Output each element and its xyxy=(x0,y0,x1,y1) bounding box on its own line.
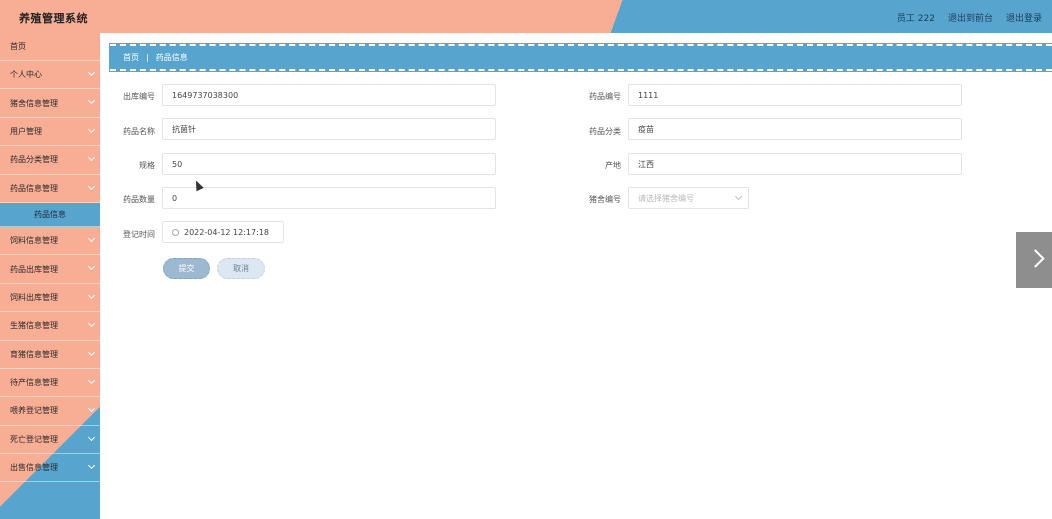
sidebar-item[interactable]: 饲料出库管理 xyxy=(0,284,100,313)
chevron-down-icon xyxy=(87,97,96,105)
sidebar-item[interactable]: 饲料信息管理 xyxy=(0,227,100,256)
next-page-button[interactable] xyxy=(1016,232,1052,288)
sidebar-item[interactable]: 死亡登记管理 xyxy=(0,426,100,455)
sidebar-item[interactable]: 喂养登记管理 xyxy=(0,397,100,426)
sidebar-subitem-active[interactable]: 药品信息 xyxy=(0,202,100,227)
chevron-down-icon xyxy=(87,234,96,242)
pigpen-no-placeholder: 请选择猪舍编号 xyxy=(638,193,694,203)
sidebar-item-label: 药品出库管理 xyxy=(10,264,58,274)
header-actions: 员工 222 退出到前台 退出登录 xyxy=(897,11,1042,24)
sidebar-item-label: 药品信息管理 xyxy=(10,183,58,193)
sidebar-item[interactable]: 育猪信息管理 xyxy=(0,341,100,369)
user-name: 员工 222 xyxy=(896,14,935,24)
drug-name-label: 药品名称 xyxy=(123,127,155,136)
sidebar-item-label: 用户管理 xyxy=(10,126,42,136)
pigpen-no-select[interactable]: 请选择猪舍编号 xyxy=(628,187,749,209)
sidebar-item[interactable]: 猪舍信息管理 xyxy=(0,89,100,118)
sidebar-item[interactable]: 药品信息管理 xyxy=(0,175,100,203)
pigpen-no-label: 猪舍编号 xyxy=(589,195,621,204)
cancel-button[interactable]: 取消 xyxy=(217,258,265,279)
chevron-down-icon xyxy=(87,376,96,384)
chevron-down-icon xyxy=(87,462,96,470)
quantity-label: 药品数量 xyxy=(123,195,155,204)
sidebar-item-label: 育猪信息管理 xyxy=(10,349,58,359)
sidebar-item-label: 饲料出库管理 xyxy=(10,292,58,302)
drug-no-label: 药品编号 xyxy=(589,92,621,101)
spec-input[interactable]: 50 xyxy=(162,153,496,175)
sidebar-item-label: 出售信息管理 xyxy=(10,463,58,473)
sidebar-item-label: 死亡登记管理 xyxy=(10,434,58,444)
breadcrumb-current: 药品信息 xyxy=(155,53,188,62)
chevron-down-icon xyxy=(87,320,96,328)
sidebar-item-label: 首页 xyxy=(10,42,26,51)
reg-time-picker[interactable]: 2022-04-12 12:17:18 xyxy=(162,221,284,243)
reg-time-value: 2022-04-12 12:17:18 xyxy=(184,227,269,237)
quantity-input[interactable]: 0 xyxy=(162,187,496,209)
sidebar-item[interactable]: 药品出库管理 xyxy=(0,255,100,284)
chevron-down-icon xyxy=(87,154,96,162)
reg-time-label: 登记时间 xyxy=(123,230,155,239)
outbound-no-label: 出库编号 xyxy=(123,92,155,101)
sidebar-item-label: 药品分类管理 xyxy=(10,155,58,165)
chevron-down-icon xyxy=(87,182,96,190)
chevron-down-icon xyxy=(87,263,96,271)
sidebar-item[interactable]: 首页 xyxy=(0,33,100,61)
breadcrumb: 首页 | 药品信息 xyxy=(110,44,1052,71)
sidebar-item-label: 个人中心 xyxy=(10,70,42,80)
sidebar-item-label: 待产信息管理 xyxy=(10,378,58,388)
sidebar-item[interactable]: 用户管理 xyxy=(0,118,100,147)
chevron-down-icon xyxy=(87,405,96,413)
logout-link[interactable]: 退出登录 xyxy=(1006,11,1042,24)
chevron-down-icon xyxy=(87,433,96,441)
sidebar-item[interactable]: 药品分类管理 xyxy=(0,146,100,175)
spec-label: 规格 xyxy=(139,161,155,170)
sidebar-item[interactable]: 出售信息管理 xyxy=(0,454,100,483)
clock-icon xyxy=(172,228,179,236)
drug-category-label: 药品分类 xyxy=(589,127,621,136)
chevron-down-icon xyxy=(734,192,743,201)
sidebar-item[interactable]: 待产信息管理 xyxy=(0,369,100,398)
sidebar-item-label: 生猪信息管理 xyxy=(10,321,58,331)
top-header: 养殖管理系统 员工 222 退出到前台 退出登录 xyxy=(0,0,1052,33)
submit-button[interactable]: 提交 xyxy=(163,258,210,279)
breadcrumb-home[interactable]: 首页 xyxy=(123,52,139,63)
chevron-down-icon xyxy=(87,291,96,299)
outbound-no-input[interactable]: 1649737038300 xyxy=(162,84,496,106)
chevron-right-icon xyxy=(1026,249,1045,268)
sidebar-item-label: 喂养登记管理 xyxy=(10,406,58,416)
chevron-down-icon xyxy=(87,125,96,133)
sidebar-item-label: 药品信息 xyxy=(34,209,66,219)
origin-label: 产地 xyxy=(605,161,621,170)
origin-input[interactable]: 江西 xyxy=(628,153,962,175)
drug-category-input[interactable]: 疫苗 xyxy=(628,118,962,140)
app-title: 养殖管理系统 xyxy=(19,12,88,25)
sidebar-item-label: 猪舍信息管理 xyxy=(10,98,58,108)
drug-name-input[interactable]: 抗菌针 xyxy=(162,118,496,140)
sidebar-item-label: 饲料信息管理 xyxy=(10,236,58,246)
drug-no-input[interactable]: 1111 xyxy=(628,84,962,106)
chevron-down-icon xyxy=(87,348,96,356)
sidebar-item[interactable]: 个人中心 xyxy=(0,61,100,90)
sidebar: 首页个人中心猪舍信息管理 用户管理药品分类管理 药品信息管理药品信息饲料信息管理 药品… xyxy=(0,33,100,519)
breadcrumb-separator: | xyxy=(146,53,149,62)
front-link[interactable]: 退出到前台 xyxy=(948,11,993,24)
chevron-down-icon xyxy=(87,68,96,77)
sidebar-item[interactable]: 生猪信息管理 xyxy=(0,312,100,341)
